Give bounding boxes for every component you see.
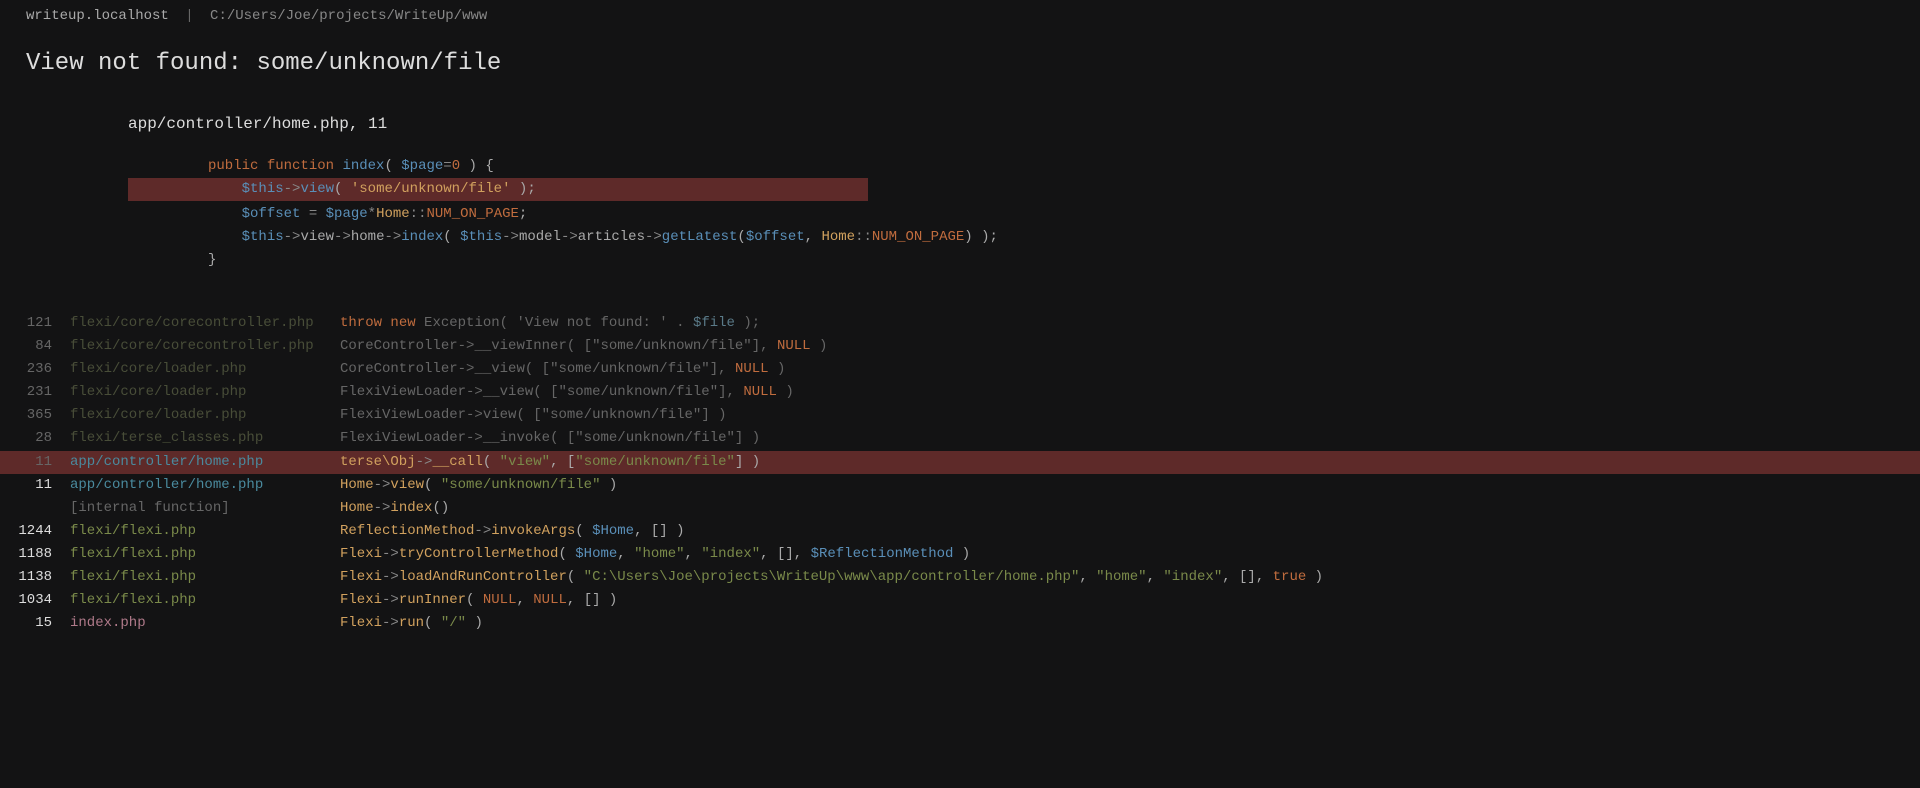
trace-call: Flexi->tryControllerMethod( $Home, "home… [340,543,1920,566]
trace-call: FlexiViewLoader->__view( ["some/unknown/… [340,381,1920,404]
trace-row[interactable]: 365flexi/core/loader.phpFlexiViewLoader-… [0,404,1920,427]
trace-line-number: 15 [0,612,70,635]
trace-call: FlexiViewLoader->view( ["some/unknown/fi… [340,404,1920,427]
trace-call: FlexiViewLoader->__invoke( ["some/unknow… [340,427,1920,450]
trace-file: flexi/flexi.php [70,589,340,612]
trace-file: flexi/flexi.php [70,543,340,566]
trace-row[interactable]: 236flexi/core/loader.phpCoreController->… [0,358,1920,381]
code-line: $this->view->home->index( $this->model->… [128,226,868,249]
trace-row[interactable]: 1034flexi/flexi.phpFlexi->runInner( NULL… [0,589,1920,612]
trace-file: index.php [70,612,340,635]
trace-line-number: 84 [0,335,70,358]
trace-line-number: 1138 [0,566,70,589]
trace-row[interactable]: 84flexi/core/corecontroller.phpCoreContr… [0,335,1920,358]
stack-trace: 121flexi/core/corecontroller.phpthrow ne… [0,312,1920,635]
trace-row[interactable]: 1244flexi/flexi.phpReflectionMethod->inv… [0,520,1920,543]
trace-file: app/controller/home.php [70,474,340,497]
trace-file: flexi/core/loader.php [70,358,340,381]
trace-call: Flexi->loadAndRunController( "C:\Users\J… [340,566,1920,589]
trace-line-number: 1034 [0,589,70,612]
source-file-label: app/controller/home.php, 11 [128,115,1920,133]
trace-line-number: 231 [0,381,70,404]
code-line-highlighted: $this->view( 'some/unknown/file' ); [128,178,868,201]
trace-line-number: 1188 [0,543,70,566]
header-path: C:/Users/Joe/projects/WriteUp/www [210,8,487,24]
trace-call: Home->index() [340,497,1920,520]
trace-call: Flexi->runInner( NULL, NULL, [] ) [340,589,1920,612]
code-line: public function index( $page=0 ) { [128,155,868,178]
trace-call: Home->view( "some/unknown/file" ) [340,474,1920,497]
trace-row[interactable]: 231flexi/core/loader.phpFlexiViewLoader-… [0,381,1920,404]
trace-file: flexi/core/corecontroller.php [70,312,340,335]
trace-line-number: 121 [0,312,70,335]
trace-call: throw new Exception( 'View not found: ' … [340,312,1920,335]
trace-line-number: 236 [0,358,70,381]
trace-call: terse\Obj->__call( "view", ["some/unknow… [340,451,1920,474]
trace-row[interactable]: 11app/controller/home.phpterse\Obj->__ca… [0,451,1920,474]
trace-row[interactable]: [internal function]Home->index() [0,497,1920,520]
trace-file: flexi/core/loader.php [70,381,340,404]
trace-call: ReflectionMethod->invokeArgs( $Home, [] … [340,520,1920,543]
trace-line-number: 365 [0,404,70,427]
source-block: app/controller/home.php, 11 public funct… [128,115,1920,272]
trace-line-number: 28 [0,427,70,450]
trace-line-number: 11 [0,451,70,474]
trace-file: flexi/core/loader.php [70,404,340,427]
trace-line-number: 11 [0,474,70,497]
trace-call: Flexi->run( "/" ) [340,612,1920,635]
trace-row[interactable]: 1138flexi/flexi.phpFlexi->loadAndRunCont… [0,566,1920,589]
trace-row[interactable]: 1188flexi/flexi.phpFlexi->tryControllerM… [0,543,1920,566]
trace-row[interactable]: 28flexi/terse_classes.phpFlexiViewLoader… [0,427,1920,450]
trace-call: CoreController->__viewInner( ["some/unkn… [340,335,1920,358]
trace-file: flexi/flexi.php [70,566,340,589]
code-line: } [128,249,868,272]
header-separator: | [185,8,193,24]
source-code: public function index( $page=0 ) { $this… [128,155,868,272]
trace-file: flexi/core/corecontroller.php [70,335,340,358]
header-bar: writeup.localhost | C:/Users/Joe/project… [0,0,1920,32]
trace-row[interactable]: 11app/controller/home.phpHome->view( "so… [0,474,1920,497]
trace-file: app/controller/home.php [70,451,340,474]
header-host: writeup.localhost [26,8,169,24]
trace-row[interactable]: 15index.phpFlexi->run( "/" ) [0,612,1920,635]
code-line: $offset = $page*Home::NUM_ON_PAGE; [128,203,868,226]
trace-file: flexi/flexi.php [70,520,340,543]
trace-file: [internal function] [70,497,340,520]
trace-file: flexi/terse_classes.php [70,427,340,450]
trace-call: CoreController->__view( ["some/unknown/f… [340,358,1920,381]
trace-row[interactable]: 121flexi/core/corecontroller.phpthrow ne… [0,312,1920,335]
trace-line-number: 1244 [0,520,70,543]
error-title: View not found: some/unknown/file [0,32,1920,87]
